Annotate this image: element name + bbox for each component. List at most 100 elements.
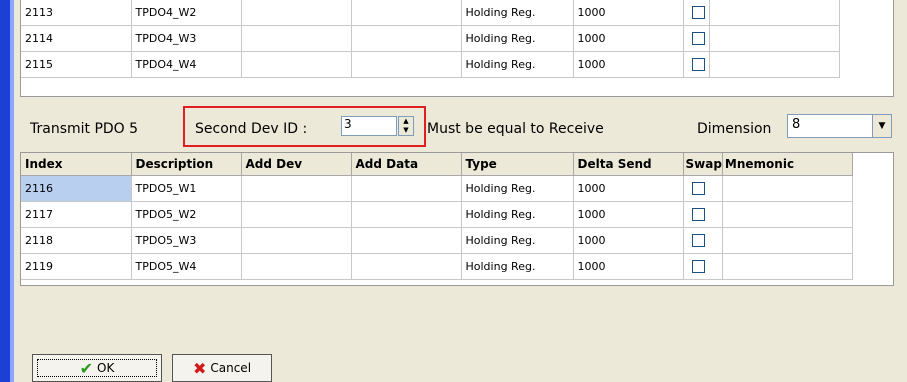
add-data-cell[interactable] <box>351 25 462 52</box>
header-add-data[interactable]: Add Data <box>351 153 462 176</box>
mnemonic-cell[interactable] <box>709 51 840 78</box>
swap-cell <box>683 51 710 78</box>
cancel-button-label: Cancel <box>210 361 252 375</box>
must-equal-receive-label: Must be equal to Receive <box>427 121 604 137</box>
index-cell[interactable]: 2118 <box>21 227 132 254</box>
delta-send-cell[interactable]: 1000 <box>573 0 684 26</box>
index-cell[interactable]: 2119 <box>21 253 132 280</box>
spin-up-icon[interactable]: ▲ <box>399 117 413 126</box>
index-cell[interactable]: 2116 <box>21 175 132 202</box>
swap-cell <box>683 227 723 254</box>
swap-checkbox[interactable] <box>691 234 705 248</box>
table-row[interactable]: 2119 TPDO5_W4 Holding Reg. 1000 <box>21 253 853 280</box>
delta-send-cell[interactable]: 1000 <box>573 25 684 52</box>
description-cell[interactable]: TPDO5_W4 <box>131 253 242 280</box>
type-cell[interactable]: Holding Reg. <box>461 0 574 26</box>
add-dev-cell[interactable] <box>241 0 352 26</box>
second-dev-id-spinner[interactable]: ▲ ▼ <box>398 116 414 136</box>
tpdo5-table: Index Description Add Dev Add Data Type … <box>21 153 853 280</box>
add-data-cell[interactable] <box>351 51 462 78</box>
add-data-cell[interactable] <box>351 253 462 280</box>
second-dev-id-label: Second Dev ID : <box>195 121 308 137</box>
swap-checkbox[interactable] <box>691 32 705 46</box>
delta-send-cell[interactable]: 1000 <box>573 201 684 228</box>
delta-send-cell[interactable]: 1000 <box>573 227 684 254</box>
spin-down-icon[interactable]: ▼ <box>399 126 413 135</box>
type-cell[interactable]: Holding Reg. <box>461 51 574 78</box>
cancel-button[interactable]: ✖ Cancel <box>172 354 272 382</box>
header-add-dev[interactable]: Add Dev <box>241 153 352 176</box>
swap-checkbox[interactable] <box>691 208 705 222</box>
swap-cell <box>683 201 723 228</box>
window-left-edge <box>0 0 10 382</box>
table-header-row: Index Description Add Dev Add Data Type … <box>21 153 853 176</box>
swap-checkbox[interactable] <box>691 6 705 20</box>
transmit-pdo-5-label: Transmit PDO 5 <box>30 121 139 137</box>
delta-send-cell[interactable]: 1000 <box>573 253 684 280</box>
index-cell[interactable]: 2115 <box>21 51 132 78</box>
dimension-value: 8 <box>792 117 801 132</box>
x-icon: ✖ <box>192 358 207 378</box>
delta-send-cell[interactable]: 1000 <box>573 175 684 202</box>
table-row[interactable]: 2113 TPDO4_W2 Holding Reg. 1000 <box>21 0 840 26</box>
swap-checkbox[interactable] <box>691 58 705 72</box>
add-data-cell[interactable] <box>351 201 462 228</box>
swap-cell <box>683 0 710 26</box>
description-cell[interactable]: TPDO5_W3 <box>131 227 242 254</box>
index-cell[interactable]: 2113 <box>21 0 132 26</box>
type-cell[interactable]: Holding Reg. <box>461 227 574 254</box>
tpdo5-grid[interactable]: Index Description Add Dev Add Data Type … <box>20 152 894 286</box>
swap-checkbox[interactable] <box>691 260 705 274</box>
dimension-label: Dimension <box>697 121 772 137</box>
table-row[interactable]: 2116 TPDO5_W1 Holding Reg. 1000 <box>21 175 853 202</box>
description-cell[interactable]: TPDO4_W4 <box>131 51 242 78</box>
type-cell[interactable]: Holding Reg. <box>461 253 574 280</box>
add-dev-cell[interactable] <box>241 253 352 280</box>
type-cell[interactable]: Holding Reg. <box>461 25 574 52</box>
header-index[interactable]: Index <box>21 153 132 176</box>
mnemonic-cell[interactable] <box>709 25 840 52</box>
add-dev-cell[interactable] <box>241 227 352 254</box>
dimension-select[interactable]: 8 ▼ <box>787 114 892 138</box>
table-row[interactable]: 2115 TPDO4_W4 Holding Reg. 1000 <box>21 51 840 78</box>
add-data-cell[interactable] <box>351 0 462 26</box>
description-cell[interactable]: TPDO4_W3 <box>131 25 242 52</box>
description-cell[interactable]: TPDO5_W2 <box>131 201 242 228</box>
table-row[interactable]: 2114 TPDO4_W3 Holding Reg. 1000 <box>21 25 840 52</box>
add-dev-cell[interactable] <box>241 201 352 228</box>
type-cell[interactable]: Holding Reg. <box>461 201 574 228</box>
swap-checkbox[interactable] <box>691 182 705 196</box>
header-swap[interactable]: Swap <box>683 153 723 176</box>
header-mnemonic[interactable]: Mnemonic <box>722 153 853 176</box>
tpdo4-table: 2113 TPDO4_W2 Holding Reg. 1000 2114 TPD… <box>21 0 840 78</box>
index-cell[interactable]: 2117 <box>21 201 132 228</box>
header-type[interactable]: Type <box>461 153 574 176</box>
header-description[interactable]: Description <box>131 153 242 176</box>
table-row[interactable]: 2118 TPDO5_W3 Holding Reg. 1000 <box>21 227 853 254</box>
add-data-cell[interactable] <box>351 175 462 202</box>
swap-cell <box>683 253 723 280</box>
header-delta-send[interactable]: Delta Send <box>573 153 684 176</box>
add-dev-cell[interactable] <box>241 175 352 202</box>
tpdo4-grid[interactable]: 2113 TPDO4_W2 Holding Reg. 1000 2114 TPD… <box>20 0 894 97</box>
index-cell[interactable]: 2114 <box>21 25 132 52</box>
description-cell[interactable]: TPDO5_W1 <box>131 175 242 202</box>
mnemonic-cell[interactable] <box>722 175 853 202</box>
add-data-cell[interactable] <box>351 227 462 254</box>
table-row[interactable]: 2117 TPDO5_W2 Holding Reg. 1000 <box>21 201 853 228</box>
add-dev-cell[interactable] <box>241 51 352 78</box>
focus-rectangle <box>37 359 157 377</box>
mnemonic-cell[interactable] <box>709 0 840 26</box>
second-dev-id-input[interactable]: 3 <box>341 116 397 136</box>
swap-cell <box>683 175 723 202</box>
ok-button[interactable]: ✔ OK <box>32 354 162 382</box>
mnemonic-cell[interactable] <box>722 227 853 254</box>
mnemonic-cell[interactable] <box>722 253 853 280</box>
description-cell[interactable]: TPDO4_W2 <box>131 0 242 26</box>
mnemonic-cell[interactable] <box>722 201 853 228</box>
delta-send-cell[interactable]: 1000 <box>573 51 684 78</box>
chevron-down-icon[interactable]: ▼ <box>872 115 891 137</box>
swap-cell <box>683 25 710 52</box>
type-cell[interactable]: Holding Reg. <box>461 175 574 202</box>
add-dev-cell[interactable] <box>241 25 352 52</box>
